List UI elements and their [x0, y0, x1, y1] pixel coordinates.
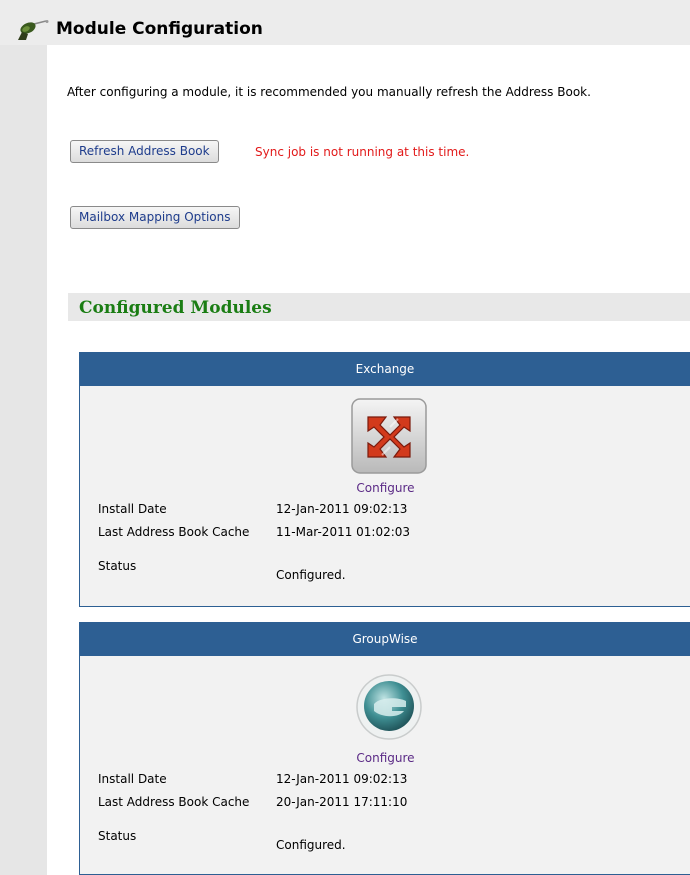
sync-status-text: Sync job is not running at this time.	[255, 145, 470, 159]
exchange-logo-icon	[351, 398, 427, 474]
last-cache-label: Last Address Book Cache	[98, 795, 250, 809]
refresh-address-book-button[interactable]: Refresh Address Book	[70, 140, 219, 163]
left-gutter	[0, 45, 47, 875]
status-label: Status	[98, 559, 137, 573]
satellite-dish-icon	[18, 20, 49, 40]
install-date-value: 12-Jan-2011 09:02:13	[276, 772, 408, 786]
status-label: Status	[98, 829, 137, 843]
install-date-label: Install Date	[98, 502, 167, 516]
last-cache-value: 20-Jan-2011 17:11:10	[276, 795, 408, 809]
intro-text: After configuring a module, it is recomm…	[67, 85, 591, 99]
section-title: Configured Modules	[79, 298, 272, 318]
module-card-exchange: Exchange Configure Install Date 12-Jan-2…	[79, 352, 690, 607]
configure-link-groupwise[interactable]: Configure	[80, 751, 690, 765]
mailbox-mapping-options-button[interactable]: Mailbox Mapping Options	[70, 206, 240, 229]
module-name: Exchange	[80, 353, 690, 386]
configure-link-exchange[interactable]: Configure	[80, 481, 690, 495]
last-cache-value: 11-Mar-2011 01:02:03	[276, 525, 411, 539]
module-card-groupwise: GroupWise Configure Install Date 12-Jan-…	[79, 622, 690, 875]
page-title: Module Configuration	[56, 19, 263, 39]
install-date-value: 12-Jan-2011 09:02:13	[276, 502, 408, 516]
last-cache-label: Last Address Book Cache	[98, 525, 250, 539]
module-name: GroupWise	[80, 623, 690, 656]
status-value: Configured.	[276, 838, 346, 852]
install-date-label: Install Date	[98, 772, 167, 786]
groupwise-logo-icon	[356, 674, 422, 740]
status-value: Configured.	[276, 568, 346, 582]
